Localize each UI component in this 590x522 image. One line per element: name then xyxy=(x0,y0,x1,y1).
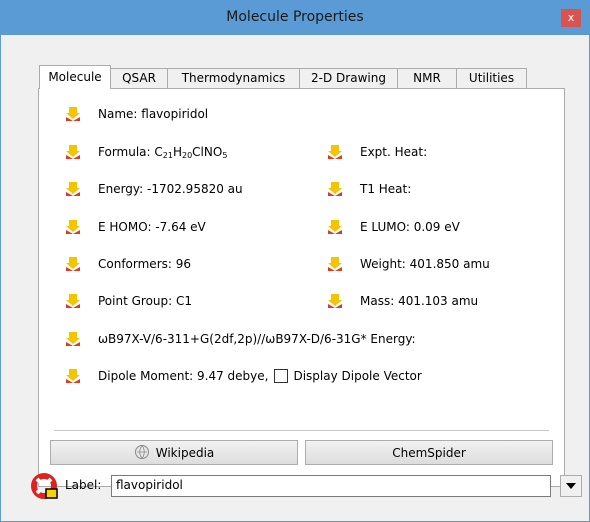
chemspider-button[interactable]: ChemSpider xyxy=(305,440,553,465)
conformers-value: Conformers: 96 xyxy=(98,257,191,271)
label-input[interactable]: flavopiridol xyxy=(111,475,551,497)
wikipedia-globe-icon xyxy=(134,445,149,459)
property-arrow-icon[interactable] xyxy=(327,144,343,160)
weight-row: Weight: 401.850 amu xyxy=(327,254,490,274)
window-title: Molecule Properties xyxy=(226,9,364,25)
point-group-value: Point Group: C1 xyxy=(98,294,193,308)
energy-row: Energy: -1702.95820 au xyxy=(65,179,243,199)
dipole-value: Dipole Moment: 9.47 debye, xyxy=(98,369,269,383)
tab-2d-drawing[interactable]: 2-D Drawing xyxy=(299,68,398,88)
property-arrow-icon[interactable] xyxy=(65,256,81,272)
property-arrow-icon[interactable] xyxy=(327,293,343,309)
label-dropdown-button[interactable] xyxy=(560,475,582,497)
chevron-down-icon xyxy=(566,483,576,489)
property-arrow-icon[interactable] xyxy=(327,256,343,272)
method-energy-row: ωB97X-V/6-311+G(2df,2p)//ωB97X-D/6-31G* … xyxy=(65,329,416,349)
property-arrow-icon[interactable] xyxy=(327,219,343,235)
t1-heat-row: T1 Heat: xyxy=(327,179,411,199)
label-caption: Label: xyxy=(65,478,102,492)
property-arrow-icon[interactable] xyxy=(65,219,81,235)
tab-utilities[interactable]: Utilities xyxy=(456,68,527,88)
energy-value: Energy: -1702.95820 au xyxy=(98,182,243,196)
tab-molecule[interactable]: Molecule xyxy=(39,65,111,89)
chemspider-label: ChemSpider xyxy=(392,446,466,460)
property-arrow-icon[interactable] xyxy=(65,293,81,309)
tab-qsar[interactable]: QSAR xyxy=(110,68,168,88)
method-energy-value: ωB97X-V/6-311+G(2df,2p)//ωB97X-D/6-31G* … xyxy=(98,332,416,346)
formula-value: Formula: C21H20ClNO5 xyxy=(98,144,228,160)
e-lumo-row: E LUMO: 0.09 eV xyxy=(327,217,460,237)
mass-value: Mass: 401.103 amu xyxy=(360,294,479,308)
display-dipole-checkbox[interactable] xyxy=(274,369,289,383)
lifebuoy-label-icon xyxy=(31,473,58,499)
property-arrow-icon[interactable] xyxy=(327,181,343,197)
tab-thermodynamics[interactable]: Thermodynamics xyxy=(167,68,300,88)
t1-heat-value: T1 Heat: xyxy=(360,182,412,196)
expt-heat-row: Expt. Heat: xyxy=(327,142,427,162)
molecule-properties-window: Molecule Properties x Molecule QSAR Ther… xyxy=(0,0,590,522)
property-arrow-icon[interactable] xyxy=(65,368,81,384)
divider xyxy=(54,430,549,431)
mass-row: Mass: 401.103 amu xyxy=(327,291,478,311)
molecule-tab-panel: Name: flavopiridol Formula: C21H20ClNO5 … xyxy=(38,88,565,487)
e-lumo-value: E LUMO: 0.09 eV xyxy=(360,220,460,234)
close-button[interactable]: x xyxy=(561,9,581,27)
expt-heat-value: Expt. Heat: xyxy=(360,145,428,159)
tab-nmr[interactable]: NMR xyxy=(397,68,457,88)
client-area: Molecule QSAR Thermodynamics 2-D Drawing… xyxy=(9,35,582,513)
property-arrow-icon[interactable] xyxy=(65,144,81,160)
e-homo-value: E HOMO: -7.64 eV xyxy=(98,220,206,234)
property-arrow-icon[interactable] xyxy=(65,106,81,122)
title-bar[interactable]: Molecule Properties x xyxy=(1,1,589,35)
name-value: Name: flavopiridol xyxy=(98,107,209,121)
conformers-row: Conformers: 96 xyxy=(65,254,191,274)
wikipedia-button[interactable]: Wikipedia xyxy=(50,440,298,465)
weight-value: Weight: 401.850 amu xyxy=(360,257,490,271)
display-dipole-label[interactable]: Display Dipole Vector xyxy=(293,369,421,383)
point-group-row: Point Group: C1 xyxy=(65,291,192,311)
dipole-row: Dipole Moment: 9.47 debye, Display Dipol… xyxy=(65,366,422,386)
wikipedia-label: Wikipedia xyxy=(155,446,215,460)
property-arrow-icon[interactable] xyxy=(65,331,81,347)
property-arrow-icon[interactable] xyxy=(65,181,81,197)
formula-row: Formula: C21H20ClNO5 xyxy=(65,142,227,162)
name-row: Name: flavopiridol xyxy=(65,104,208,124)
e-homo-row: E HOMO: -7.64 eV xyxy=(65,217,206,237)
